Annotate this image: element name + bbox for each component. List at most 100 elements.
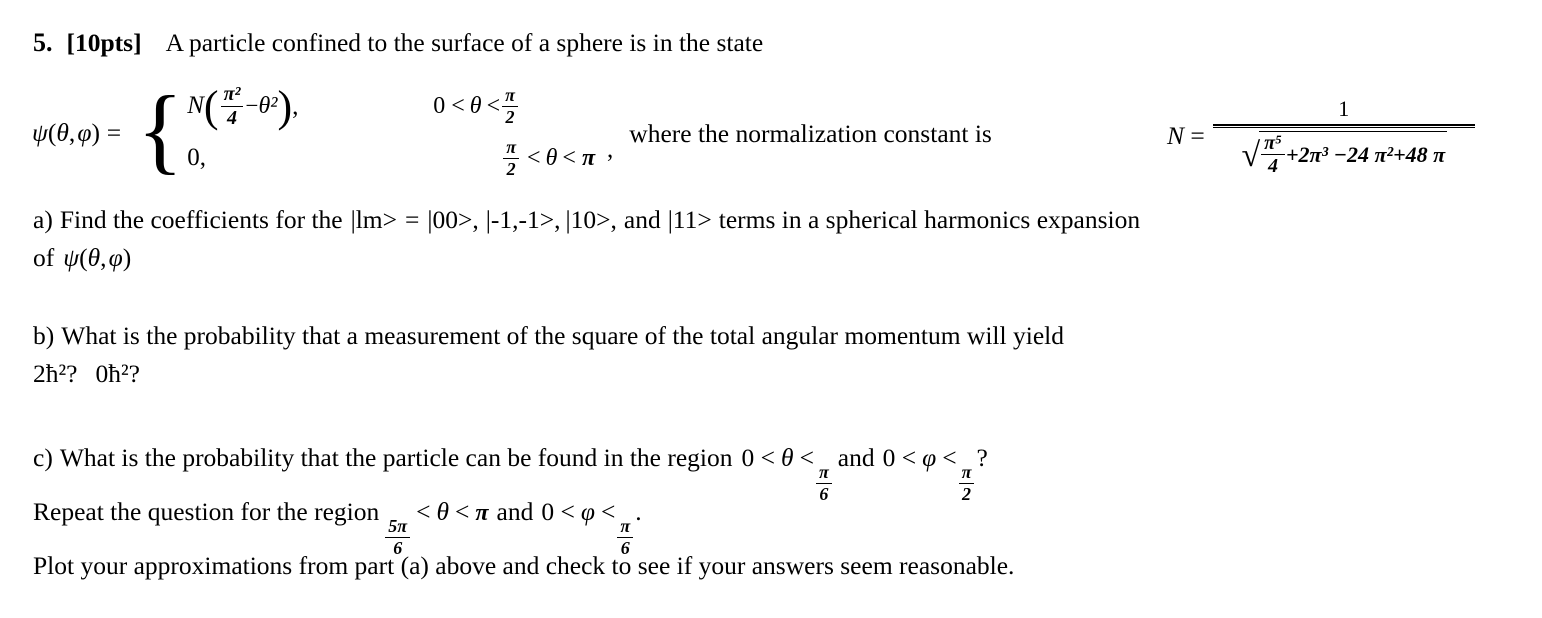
fraction-numerator: π [958, 463, 975, 484]
region-4-phi: φ [580, 497, 595, 526]
region-2-phi: φ [922, 443, 937, 472]
part-c-line-3: Plot your approximations from part (a) a… [33, 551, 1014, 581]
fraction-numerator: π [617, 517, 634, 538]
part-a-equals: = [405, 205, 420, 234]
N-numerator: 1 [1338, 96, 1350, 121]
points-label: [10pts] [66, 28, 142, 57]
ket-10: |10>, [565, 205, 617, 234]
region-1-relation: < [799, 443, 814, 472]
problem-header-line: 5. [10pts] A particle confined to the surf… [33, 28, 763, 59]
region-3-theta: θ [436, 497, 450, 526]
worksheet-page: 5. [10pts] A particle confined to the surf… [0, 0, 1542, 618]
normalization-constant-expression: N = 1 √ π⁵ 4 +2π³ −24 π²+48 π [1167, 96, 1475, 177]
part-c-text: What is the probability that the particl… [59, 443, 733, 472]
part-b-line-1: b) What is the probability that a measure… [33, 321, 1064, 351]
pi5-over-4-fraction: π⁵ 4 [1261, 133, 1285, 177]
region-1-and: and [837, 443, 875, 472]
N-equals-label: N = [1167, 121, 1205, 151]
part-a-text-before: Find the coefficients for the [59, 205, 343, 234]
region-4-period: . [635, 497, 642, 526]
N-fraction: 1 √ π⁵ 4 +2π³ −24 π²+48 π [1212, 96, 1475, 177]
region-1-lower: 0 < [741, 443, 776, 472]
part-b-value-0hbar2: 0ħ²? [95, 359, 140, 388]
condition-2-relation-left: < [527, 144, 541, 171]
N-denominator: √ π⁵ 4 +2π³ −24 π²+48 π [1240, 128, 1448, 177]
part-a-and: and [623, 205, 661, 234]
piecewise-brace: { [137, 75, 184, 183]
piecewise-cases: N ( π² 4 − θ² ) , 0 < θ < π 2 0, π 2 < θ… [187, 80, 595, 184]
normalization-N-inline: N [187, 92, 204, 119]
radicand-remainder: +2π³ −24 π²+48 π [1285, 141, 1446, 167]
region-3-relation-left: < [416, 497, 431, 526]
part-c-repeat-text: Repeat the question for the region [33, 497, 380, 526]
ket-minus1-minus1: |-1,-1>, [485, 205, 561, 234]
case-2-value: 0, [187, 144, 433, 172]
piecewise-case-2: 0, π 2 < θ < π [187, 132, 595, 184]
fraction-denominator: 4 [227, 106, 238, 129]
condition-1-left: 0 < [433, 92, 465, 119]
fraction-denominator: 6 [819, 483, 829, 504]
fraction-numerator: 5π [385, 517, 411, 538]
part-c-plot-instruction: Plot your approximations from part (a) a… [33, 551, 1015, 580]
case-1-comma: , [292, 91, 299, 120]
case-2-condition: π 2 < θ < π [501, 138, 595, 178]
part-a-line-2: of ψ(θ, φ) [33, 243, 131, 273]
fraction-denominator: 2 [962, 483, 972, 504]
ket-00: |00>, [427, 205, 479, 234]
left-paren: ( [203, 81, 219, 131]
region-1-theta: θ [781, 443, 794, 472]
part-c-label: c) [33, 443, 53, 472]
part-a-text-after: terms in a spherical harmonics expansion [718, 205, 1141, 234]
condition-1-relation: < [486, 92, 501, 119]
part-a-label: a) [33, 205, 53, 234]
pi-squared-over-4-fraction: π² 4 [220, 84, 244, 129]
region-4-lower: 0 < [541, 497, 575, 526]
fraction-numerator: π [502, 86, 518, 107]
pi-over-6-fraction-c1: π6 [815, 463, 832, 504]
theta-squared-term: θ² [258, 92, 278, 119]
wavefunction-equation: ψ(θ, φ) = { N ( π² 4 − θ² ) , 0 < θ < π … [32, 78, 992, 186]
right-paren: ) [277, 81, 293, 131]
minus-operator: − [245, 93, 259, 118]
condition-2-relation-right: < [562, 144, 576, 171]
region-3-and: and [496, 497, 534, 526]
region-3-pi: π [475, 500, 489, 526]
condition-2-pi: π [581, 144, 596, 171]
part-c-line-2: Repeat the question for the region 5π 6 < θ <… [33, 497, 642, 557]
ket-lm: |lm> [350, 205, 397, 234]
problem-statement: A particle confined to the surface of a … [165, 28, 764, 57]
region-2-relation: < [942, 443, 957, 472]
radicand: π⁵ 4 +2π³ −24 π²+48 π [1259, 131, 1448, 177]
fraction-denominator: 4 [1268, 155, 1279, 178]
fraction-numerator: π [503, 138, 520, 159]
piecewise-case-1: N ( π² 4 − θ² ) , 0 < θ < π 2 [187, 80, 595, 132]
equation-separator-comma: , [607, 136, 614, 163]
case-1-condition: 0 < θ < π 2 [433, 86, 520, 126]
ket-11: |11> [667, 205, 712, 234]
pi-over-2-fraction-c1: π2 [958, 463, 975, 504]
part-b-label: b) [33, 321, 55, 350]
normalization-description: where the normalization constant is [629, 118, 992, 148]
region-1-question-mark: ? [976, 443, 988, 472]
case-2-zero: 0, [187, 144, 206, 171]
problem-number: 5. [33, 28, 53, 57]
fraction-denominator: 2 [505, 106, 515, 127]
region-4-relation: < [600, 497, 616, 526]
fraction-numerator: π⁵ [1261, 133, 1285, 156]
region-3-relation-right: < [455, 497, 470, 526]
condition-1-theta: θ [469, 92, 482, 119]
part-a-of-word: of [33, 243, 55, 272]
part-a-line-1: a) Find the coefficients for the |lm> = |00>… [33, 205, 1140, 235]
case-1-value: N ( π² 4 − θ² ) , [187, 81, 433, 131]
square-root: √ π⁵ 4 +2π³ −24 π²+48 π [1240, 131, 1448, 177]
fraction-numerator: π² [220, 84, 244, 107]
psi-lhs: ψ(θ, φ) = [32, 117, 122, 147]
region-2-lower: 0 < [882, 443, 917, 472]
fraction-denominator: 2 [506, 158, 516, 179]
part-b-value-2hbar2: 2ħ²? [33, 359, 78, 388]
part-b-line-2: 2ħ²? 0ħ²? [33, 359, 140, 389]
condition-2-theta: θ [545, 144, 558, 171]
fraction-numerator: π [815, 463, 832, 484]
part-b-text: What is the probability that a measureme… [61, 321, 1064, 350]
part-a-psi: ψ(θ, φ) [63, 243, 132, 272]
